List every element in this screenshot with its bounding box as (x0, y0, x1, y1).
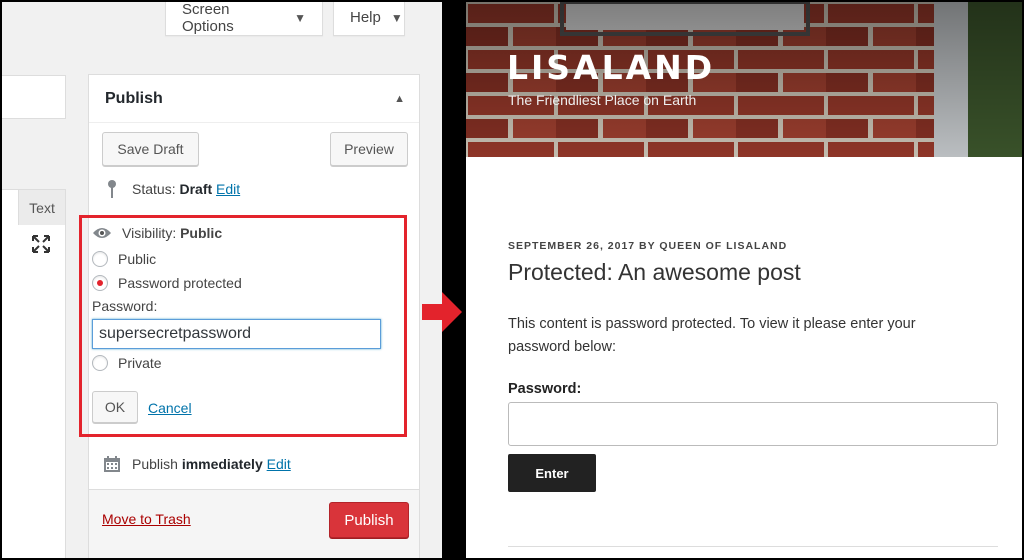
visibility-row: Visibility: Public (92, 223, 222, 243)
move-to-trash-link[interactable]: Move to Trash (102, 511, 191, 527)
preview-button[interactable]: Preview (330, 132, 408, 166)
help-button[interactable]: Help ▼ (333, 2, 405, 36)
radio-public[interactable] (92, 251, 108, 267)
enter-button[interactable]: Enter (508, 454, 596, 492)
help-label: Help (350, 9, 381, 26)
password-label: Password: (92, 298, 158, 314)
post-title-input[interactable] (2, 75, 66, 119)
password-form-input[interactable] (508, 402, 998, 446)
site-tagline: The Friendliest Place on Earth (508, 92, 697, 108)
screen-options-label: Screen Options (182, 2, 234, 35)
status-value: Draft (179, 181, 213, 197)
fullscreen-icon[interactable] (30, 233, 52, 255)
radio-password-protected[interactable] (92, 275, 108, 291)
ok-button[interactable]: OK (92, 391, 138, 423)
text-tab-label: Text (29, 199, 55, 216)
radio-private-label: Private (118, 355, 162, 371)
wp-admin-editor: Screen Options ▼ Help ▼ Text Publish ▲ S… (2, 2, 442, 558)
collapse-arrow-icon[interactable]: ▲ (394, 93, 405, 105)
divider (508, 546, 998, 547)
tab-text[interactable]: Text (18, 189, 66, 225)
red-arrow-icon (422, 292, 462, 332)
save-draft-button[interactable]: Save Draft (102, 132, 199, 166)
status-row: Status: Draft Edit (102, 179, 240, 199)
publish-actions: Move to Trash Publish (89, 489, 419, 558)
status-label: Status: (132, 181, 176, 197)
radio-password-label: Password protected (118, 275, 242, 291)
pin-icon (102, 179, 122, 199)
edit-publish-time-link[interactable]: Edit (267, 456, 291, 472)
publish-time-row: Publish immediately Edit (102, 454, 291, 474)
publish-time-value: immediately (181, 456, 263, 472)
password-form-label: Password: (508, 381, 582, 397)
publish-button[interactable]: Publish (329, 502, 409, 538)
publish-metabox-title: Publish (105, 89, 163, 107)
radio-option-public[interactable]: Public (92, 251, 156, 267)
site-title[interactable]: LISALAND (507, 48, 715, 87)
publish-metabox: Publish ▲ Save Draft Preview Status: Dra… (79, 74, 420, 558)
visibility-panel: Visibility: Public Public Password prote… (79, 215, 407, 437)
site-frontend: LISALAND The Friendliest Place on Earth … (466, 2, 1022, 558)
post-meta: SEPTEMBER 26, 2017 BY QUEEN OF LISALAND (508, 240, 788, 252)
radio-option-password-protected[interactable]: Password protected (92, 275, 242, 291)
password-notice: This content is password protected. To v… (508, 316, 916, 355)
radio-option-private[interactable]: Private (92, 355, 162, 371)
visibility-value: Public (180, 225, 223, 241)
radio-public-label: Public (118, 251, 157, 267)
publish-metabox-header[interactable]: Publish ▲ (89, 75, 419, 123)
calendar-icon (102, 454, 122, 474)
publish-time-label: Publish (132, 456, 178, 472)
radio-private[interactable] (92, 355, 108, 371)
caret-down-icon: ▼ (294, 10, 306, 25)
eye-icon (92, 223, 112, 243)
edit-status-link[interactable]: Edit (216, 181, 240, 197)
post-title[interactable]: Protected: An awesome post (508, 259, 801, 286)
visibility-label: Visibility: (122, 225, 177, 241)
post-password-input[interactable] (92, 319, 381, 349)
cancel-link[interactable]: Cancel (148, 400, 192, 416)
screen-options-button[interactable]: Screen Options ▼ (165, 2, 323, 36)
caret-down-icon: ▼ (390, 10, 403, 25)
